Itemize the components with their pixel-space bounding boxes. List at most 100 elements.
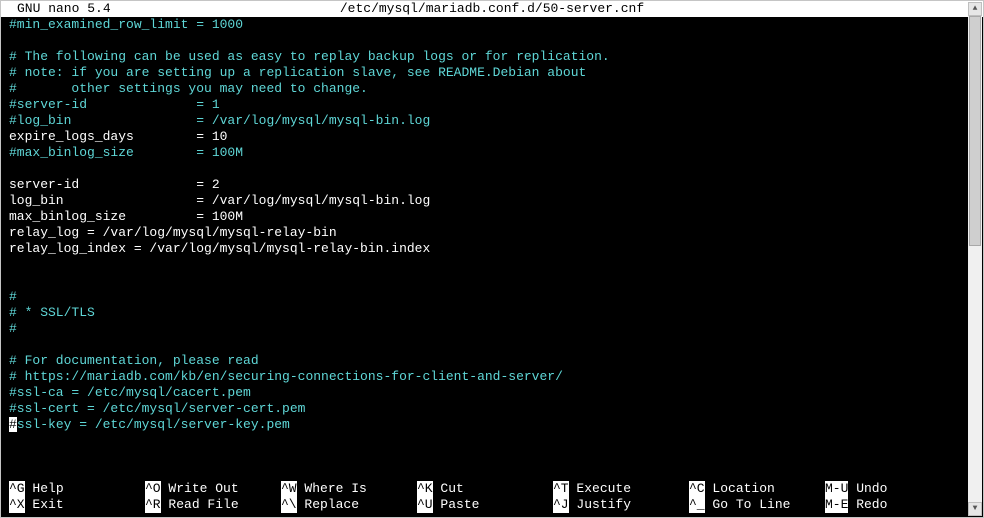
editor-line: expire_logs_days = 10 xyxy=(9,129,975,145)
editor-line xyxy=(9,257,975,273)
shortcut-key: ^_ xyxy=(689,497,705,513)
shortcut-item[interactable]: ^_ Go To Line xyxy=(689,497,825,513)
text-segment: # xyxy=(9,289,17,304)
shortcut-label: Write Out xyxy=(161,481,239,497)
text-segment: relay_log_index = /var/log/mysql/mysql-r… xyxy=(9,241,430,256)
scroll-up-button[interactable]: ▲ xyxy=(968,2,982,16)
vertical-scrollbar[interactable]: ▲ ▼ xyxy=(968,2,982,516)
shortcut-bar: ^G Help^O Write Out^W Where Is^K Cut^T E… xyxy=(1,481,983,517)
shortcut-key: ^O xyxy=(145,481,161,497)
editor-line: # xyxy=(9,289,975,305)
scroll-thumb[interactable] xyxy=(969,16,981,246)
cursor: # xyxy=(9,417,17,432)
editor-line: relay_log_index = /var/log/mysql/mysql-r… xyxy=(9,241,975,257)
text-segment: #server-id = 1 xyxy=(9,97,220,112)
text-segment: #ssl-cert = /etc/mysql/server-cert.pem xyxy=(9,401,305,416)
text-segment: #min_examined_row_limit = 1000 xyxy=(9,17,243,32)
shortcut-key: ^G xyxy=(9,481,25,497)
shortcut-item[interactable]: ^W Where Is xyxy=(281,481,417,497)
text-segment: # note: if you are setting up a replicat… xyxy=(9,65,586,80)
shortcut-key: ^C xyxy=(689,481,705,497)
text-segment: # * SSL/TLS xyxy=(9,305,95,320)
text-segment: #ssl-ca = /etc/mysql/cacert.pem xyxy=(9,385,251,400)
text-segment: max_binlog_size = 100M xyxy=(9,209,243,224)
shortcut-label: Where Is xyxy=(297,481,367,497)
shortcut-key: ^W xyxy=(281,481,297,497)
shortcut-label: Paste xyxy=(433,497,480,513)
editor-line: # xyxy=(9,321,975,337)
text-segment: # For documentation, please read xyxy=(9,353,259,368)
shortcut-key: ^X xyxy=(9,497,25,513)
text-segment: ssl-key = /etc/mysql/server-key.pem xyxy=(17,417,290,432)
shortcut-item[interactable]: ^T Execute xyxy=(553,481,689,497)
nano-titlebar: GNU nano 5.4 /etc/mysql/mariadb.conf.d/5… xyxy=(1,1,983,17)
shortcut-item[interactable]: ^G Help xyxy=(9,481,145,497)
editor-line: relay_log = /var/log/mysql/mysql-relay-b… xyxy=(9,225,975,241)
shortcut-item[interactable]: ^J Justify xyxy=(553,497,689,513)
app-name: GNU nano 5.4 xyxy=(1,1,111,17)
editor-line: # * SSL/TLS xyxy=(9,305,975,321)
shortcut-label: Exit xyxy=(25,497,64,513)
shortcut-label: Replace xyxy=(297,497,359,513)
text-segment: # xyxy=(9,321,17,336)
shortcut-label: Help xyxy=(25,481,64,497)
terminal-window: GNU nano 5.4 /etc/mysql/mariadb.conf.d/5… xyxy=(0,0,984,518)
file-path: /etc/mysql/mariadb.conf.d/50-server.cnf xyxy=(340,1,644,17)
shortcut-row-2: ^X Exit^R Read File^\ Replace^U Paste^J … xyxy=(1,497,983,513)
shortcut-item[interactable]: ^R Read File xyxy=(145,497,281,513)
editor-line: # note: if you are setting up a replicat… xyxy=(9,65,975,81)
editor-line: #ssl-ca = /etc/mysql/cacert.pem xyxy=(9,385,975,401)
editor-line: # For documentation, please read xyxy=(9,353,975,369)
shortcut-row-1: ^G Help^O Write Out^W Where Is^K Cut^T E… xyxy=(1,481,983,497)
shortcut-item[interactable]: ^O Write Out xyxy=(145,481,281,497)
shortcut-item[interactable]: ^\ Replace xyxy=(281,497,417,513)
editor-line: # The following can be used as easy to r… xyxy=(9,49,975,65)
shortcut-key: ^R xyxy=(145,497,161,513)
text-segment: expire_logs_days = 10 xyxy=(9,129,227,144)
shortcut-item[interactable]: ^U Paste xyxy=(417,497,553,513)
editor-line xyxy=(9,161,975,177)
shortcut-label: Undo xyxy=(848,481,887,497)
shortcut-label: Cut xyxy=(433,481,464,497)
editor-line xyxy=(9,337,975,353)
editor-line: #min_examined_row_limit = 1000 xyxy=(9,17,975,33)
text-segment: # https://mariadb.com/kb/en/securing-con… xyxy=(9,369,563,384)
editor-line: # https://mariadb.com/kb/en/securing-con… xyxy=(9,369,975,385)
text-segment: #max_binlog_size = 100M xyxy=(9,145,243,160)
shortcut-label: Redo xyxy=(848,497,887,513)
editor-line xyxy=(9,33,975,49)
text-segment: #log_bin = /var/log/mysql/mysql-bin.log xyxy=(9,113,430,128)
scroll-down-button[interactable]: ▼ xyxy=(968,502,982,516)
shortcut-key: ^T xyxy=(553,481,569,497)
editor-line: # other settings you may need to change. xyxy=(9,81,975,97)
shortcut-key: ^U xyxy=(417,497,433,513)
editor-line: server-id = 2 xyxy=(9,177,975,193)
editor-line: log_bin = /var/log/mysql/mysql-bin.log xyxy=(9,193,975,209)
editor-line: #ssl-cert = /etc/mysql/server-cert.pem xyxy=(9,401,975,417)
text-segment: # other settings you may need to change. xyxy=(9,81,368,96)
text-segment: server-id = 2 xyxy=(9,177,220,192)
editor-line: max_binlog_size = 100M xyxy=(9,209,975,225)
shortcut-item[interactable]: ^C Location xyxy=(689,481,825,497)
shortcut-label: Go To Line xyxy=(705,497,791,513)
editor-line: #server-id = 1 xyxy=(9,97,975,113)
editor-line xyxy=(9,273,975,289)
shortcut-key: M-E xyxy=(825,497,848,513)
editor-line: #log_bin = /var/log/mysql/mysql-bin.log xyxy=(9,113,975,129)
shortcut-item[interactable]: ^K Cut xyxy=(417,481,553,497)
shortcut-label: Justify xyxy=(569,497,631,513)
shortcut-item[interactable]: M-U Undo xyxy=(825,481,961,497)
text-segment: # The following can be used as easy to r… xyxy=(9,49,610,64)
shortcut-label: Execute xyxy=(569,481,631,497)
shortcut-key: ^\ xyxy=(281,497,297,513)
editor-area[interactable]: #min_examined_row_limit = 1000 # The foll… xyxy=(1,17,983,481)
shortcut-item[interactable]: M-E Redo xyxy=(825,497,961,513)
shortcut-item[interactable]: ^X Exit xyxy=(9,497,145,513)
editor-line: #max_binlog_size = 100M xyxy=(9,145,975,161)
text-segment: log_bin = /var/log/mysql/mysql-bin.log xyxy=(9,193,430,208)
editor-line: #ssl-key = /etc/mysql/server-key.pem xyxy=(9,417,975,433)
shortcut-key: ^J xyxy=(553,497,569,513)
text-segment: relay_log = /var/log/mysql/mysql-relay-b… xyxy=(9,225,337,240)
shortcut-label: Read File xyxy=(161,497,239,513)
shortcut-label: Location xyxy=(705,481,775,497)
